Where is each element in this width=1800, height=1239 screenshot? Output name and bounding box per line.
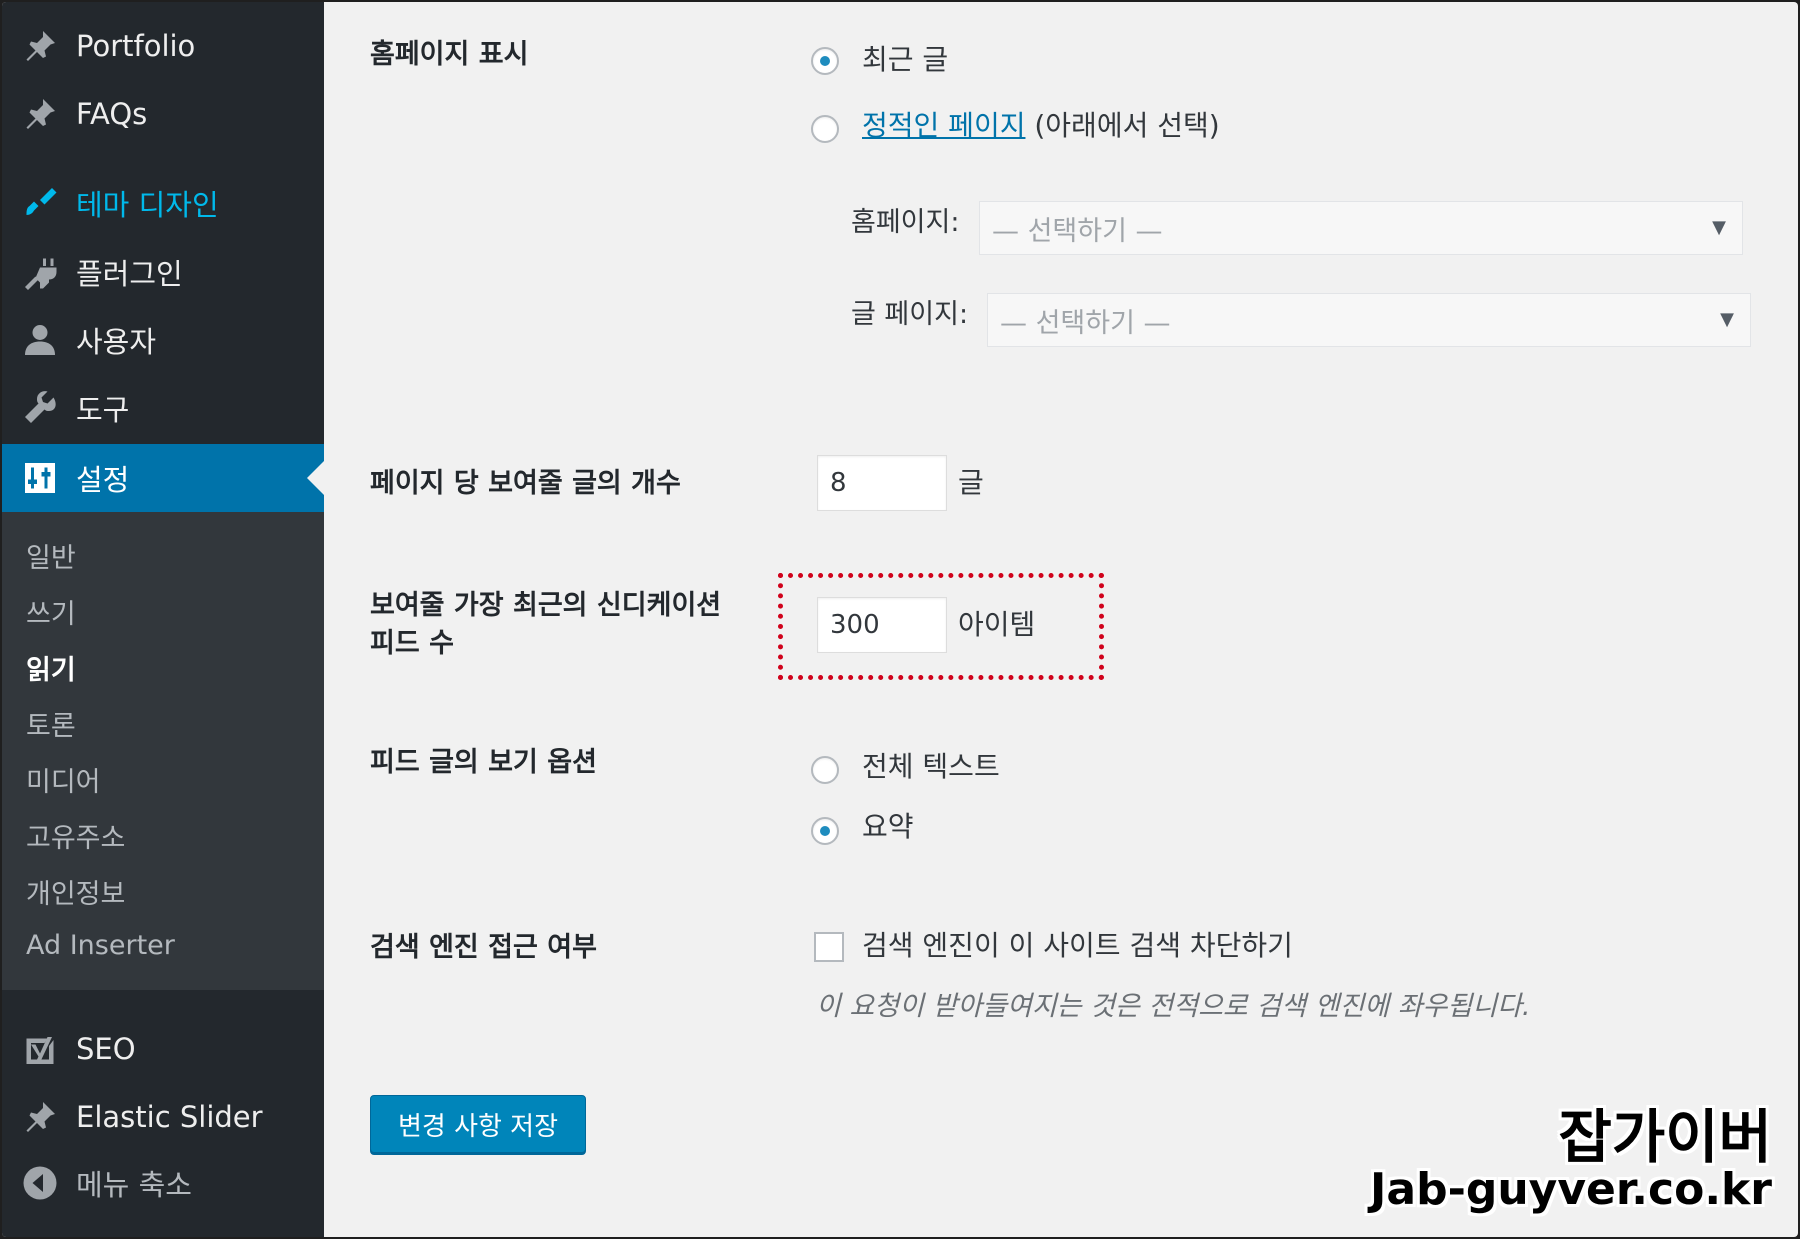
posts-per-page-input[interactable]: 8 [817, 455, 947, 511]
sidebar-item-appearance[interactable]: 테마 디자인 [2, 175, 324, 231]
pin-icon [20, 26, 60, 66]
watermark-title: 잡가이버 [1558, 1103, 1772, 1171]
static-page-link[interactable]: 정적인 페이지 [862, 109, 1025, 142]
sidebar-item-label: 설정 [76, 463, 130, 497]
sidebar-item-label: 메뉴 축소 [76, 1168, 192, 1202]
syndication-feeds-label: 보여줄 가장 최근의 신디케이션 피드 수 [370, 587, 721, 663]
pin-icon [20, 94, 60, 134]
current-menu-arrow [307, 461, 324, 495]
save-changes-button[interactable]: 변경 사항 저장 [370, 1095, 586, 1153]
radio-summary[interactable] [811, 817, 839, 845]
admin-sidebar: Portfolio FAQs 테마 디자인 플러그인 사용자 도구 설정 일반 … [2, 2, 324, 1237]
sidebar-item-label: 사용자 [76, 325, 157, 359]
user-icon [20, 320, 60, 360]
radio-full-text-label: 전체 텍스트 [862, 750, 1000, 783]
collapse-icon [20, 1163, 60, 1203]
app-window: Portfolio FAQs 테마 디자인 플러그인 사용자 도구 설정 일반 … [2, 2, 1798, 1237]
radio-latest-posts[interactable] [811, 47, 839, 75]
sidebar-item-label: 테마 디자인 [76, 188, 219, 222]
sidebar-item-plugins[interactable]: 플러그인 [2, 244, 324, 300]
plugin-icon [20, 252, 60, 292]
syndication-feeds-unit: 아이템 [958, 608, 1036, 641]
submenu-item-ad-inserter[interactable]: Ad Inserter [26, 930, 175, 961]
pin-icon [20, 1097, 60, 1137]
static-page-suffix: (아래에서 선택) [1034, 109, 1220, 142]
syndication-feeds-label-line2: 피드 수 [370, 628, 454, 659]
settings-submenu: 일반 쓰기 읽기 토론 미디어 고유주소 개인정보 Ad Inserter [2, 512, 324, 990]
posts-page-select-value: — 선택하기 — [1000, 307, 1171, 339]
homepage-select[interactable]: — 선택하기 — ▼ [979, 201, 1743, 255]
syndication-feeds-input[interactable]: 300 [817, 597, 947, 653]
submenu-item-general[interactable]: 일반 [26, 536, 76, 575]
discourage-search-checkbox[interactable] [814, 932, 844, 962]
submenu-item-privacy[interactable]: 개인정보 [26, 872, 125, 911]
sidebar-item-label: FAQs [76, 97, 148, 131]
sidebar-item-settings[interactable]: 설정 [2, 444, 324, 512]
feed-content-label: 피드 글의 보기 옵션 [370, 747, 597, 778]
sidebar-item-portfolio[interactable]: Portfolio [2, 18, 324, 74]
chevron-down-icon: ▼ [1712, 217, 1726, 238]
search-visibility-label: 검색 엔진 접근 여부 [370, 932, 597, 963]
reading-settings-form: 홈페이지 표시 최근 글 정적인 페이지 (아래에서 선택) 홈페이지: — 선… [324, 2, 1798, 1237]
sidebar-item-label: Portfolio [76, 29, 196, 63]
collapse-menu-button[interactable]: 메뉴 축소 [2, 1155, 324, 1211]
posts-page-select-label: 글 페이지: [851, 299, 969, 330]
watermark-url: Jab-guyver.co.kr [1370, 1164, 1772, 1215]
discourage-search-label: 검색 엔진이 이 사이트 검색 차단하기 [862, 929, 1293, 962]
syndication-feeds-label-line1: 보여줄 가장 최근의 신디케이션 [370, 590, 722, 621]
settings-sliders-icon [20, 458, 60, 498]
homepage-select-label: 홈페이지: [851, 207, 960, 238]
sidebar-item-label: SEO [76, 1032, 136, 1066]
sidebar-item-users[interactable]: 사용자 [2, 312, 324, 368]
posts-per-page-unit: 글 [958, 466, 984, 499]
submenu-item-reading[interactable]: 읽기 [26, 648, 76, 687]
sidebar-item-seo[interactable]: SEO [2, 1021, 324, 1077]
submenu-item-writing[interactable]: 쓰기 [26, 592, 76, 631]
sidebar-item-elastic-slider[interactable]: Elastic Slider [2, 1089, 324, 1145]
sidebar-item-label: 플러그인 [76, 257, 183, 291]
chevron-down-icon: ▼ [1720, 309, 1734, 330]
submenu-item-discussion[interactable]: 토론 [26, 704, 76, 743]
submenu-item-permalinks[interactable]: 고유주소 [26, 816, 125, 855]
radio-full-text[interactable] [811, 756, 839, 784]
paintbrush-icon [20, 183, 60, 223]
homepage-display-label: 홈페이지 표시 [370, 39, 529, 70]
sidebar-item-faqs[interactable]: FAQs [2, 86, 324, 142]
sidebar-item-label: Elastic Slider [76, 1100, 263, 1134]
yoast-icon [20, 1029, 60, 1069]
posts-per-page-label: 페이지 당 보여줄 글의 개수 [370, 468, 681, 499]
radio-static-page-label: 정적인 페이지 (아래에서 선택) [862, 108, 1220, 144]
radio-summary-label: 요약 [862, 810, 914, 843]
radio-latest-posts-label: 최근 글 [862, 43, 949, 76]
submenu-item-media[interactable]: 미디어 [26, 760, 101, 799]
sidebar-item-tools[interactable]: 도구 [2, 380, 324, 436]
homepage-select-value: — 선택하기 — [992, 215, 1163, 247]
radio-static-page[interactable] [811, 115, 839, 143]
wrench-icon [20, 388, 60, 428]
search-visibility-description: 이 요청이 받아들여지는 것은 전적으로 검색 엔진에 좌우됩니다. [816, 991, 1531, 1022]
posts-page-select[interactable]: — 선택하기 — ▼ [987, 293, 1751, 347]
sidebar-item-label: 도구 [76, 393, 130, 427]
